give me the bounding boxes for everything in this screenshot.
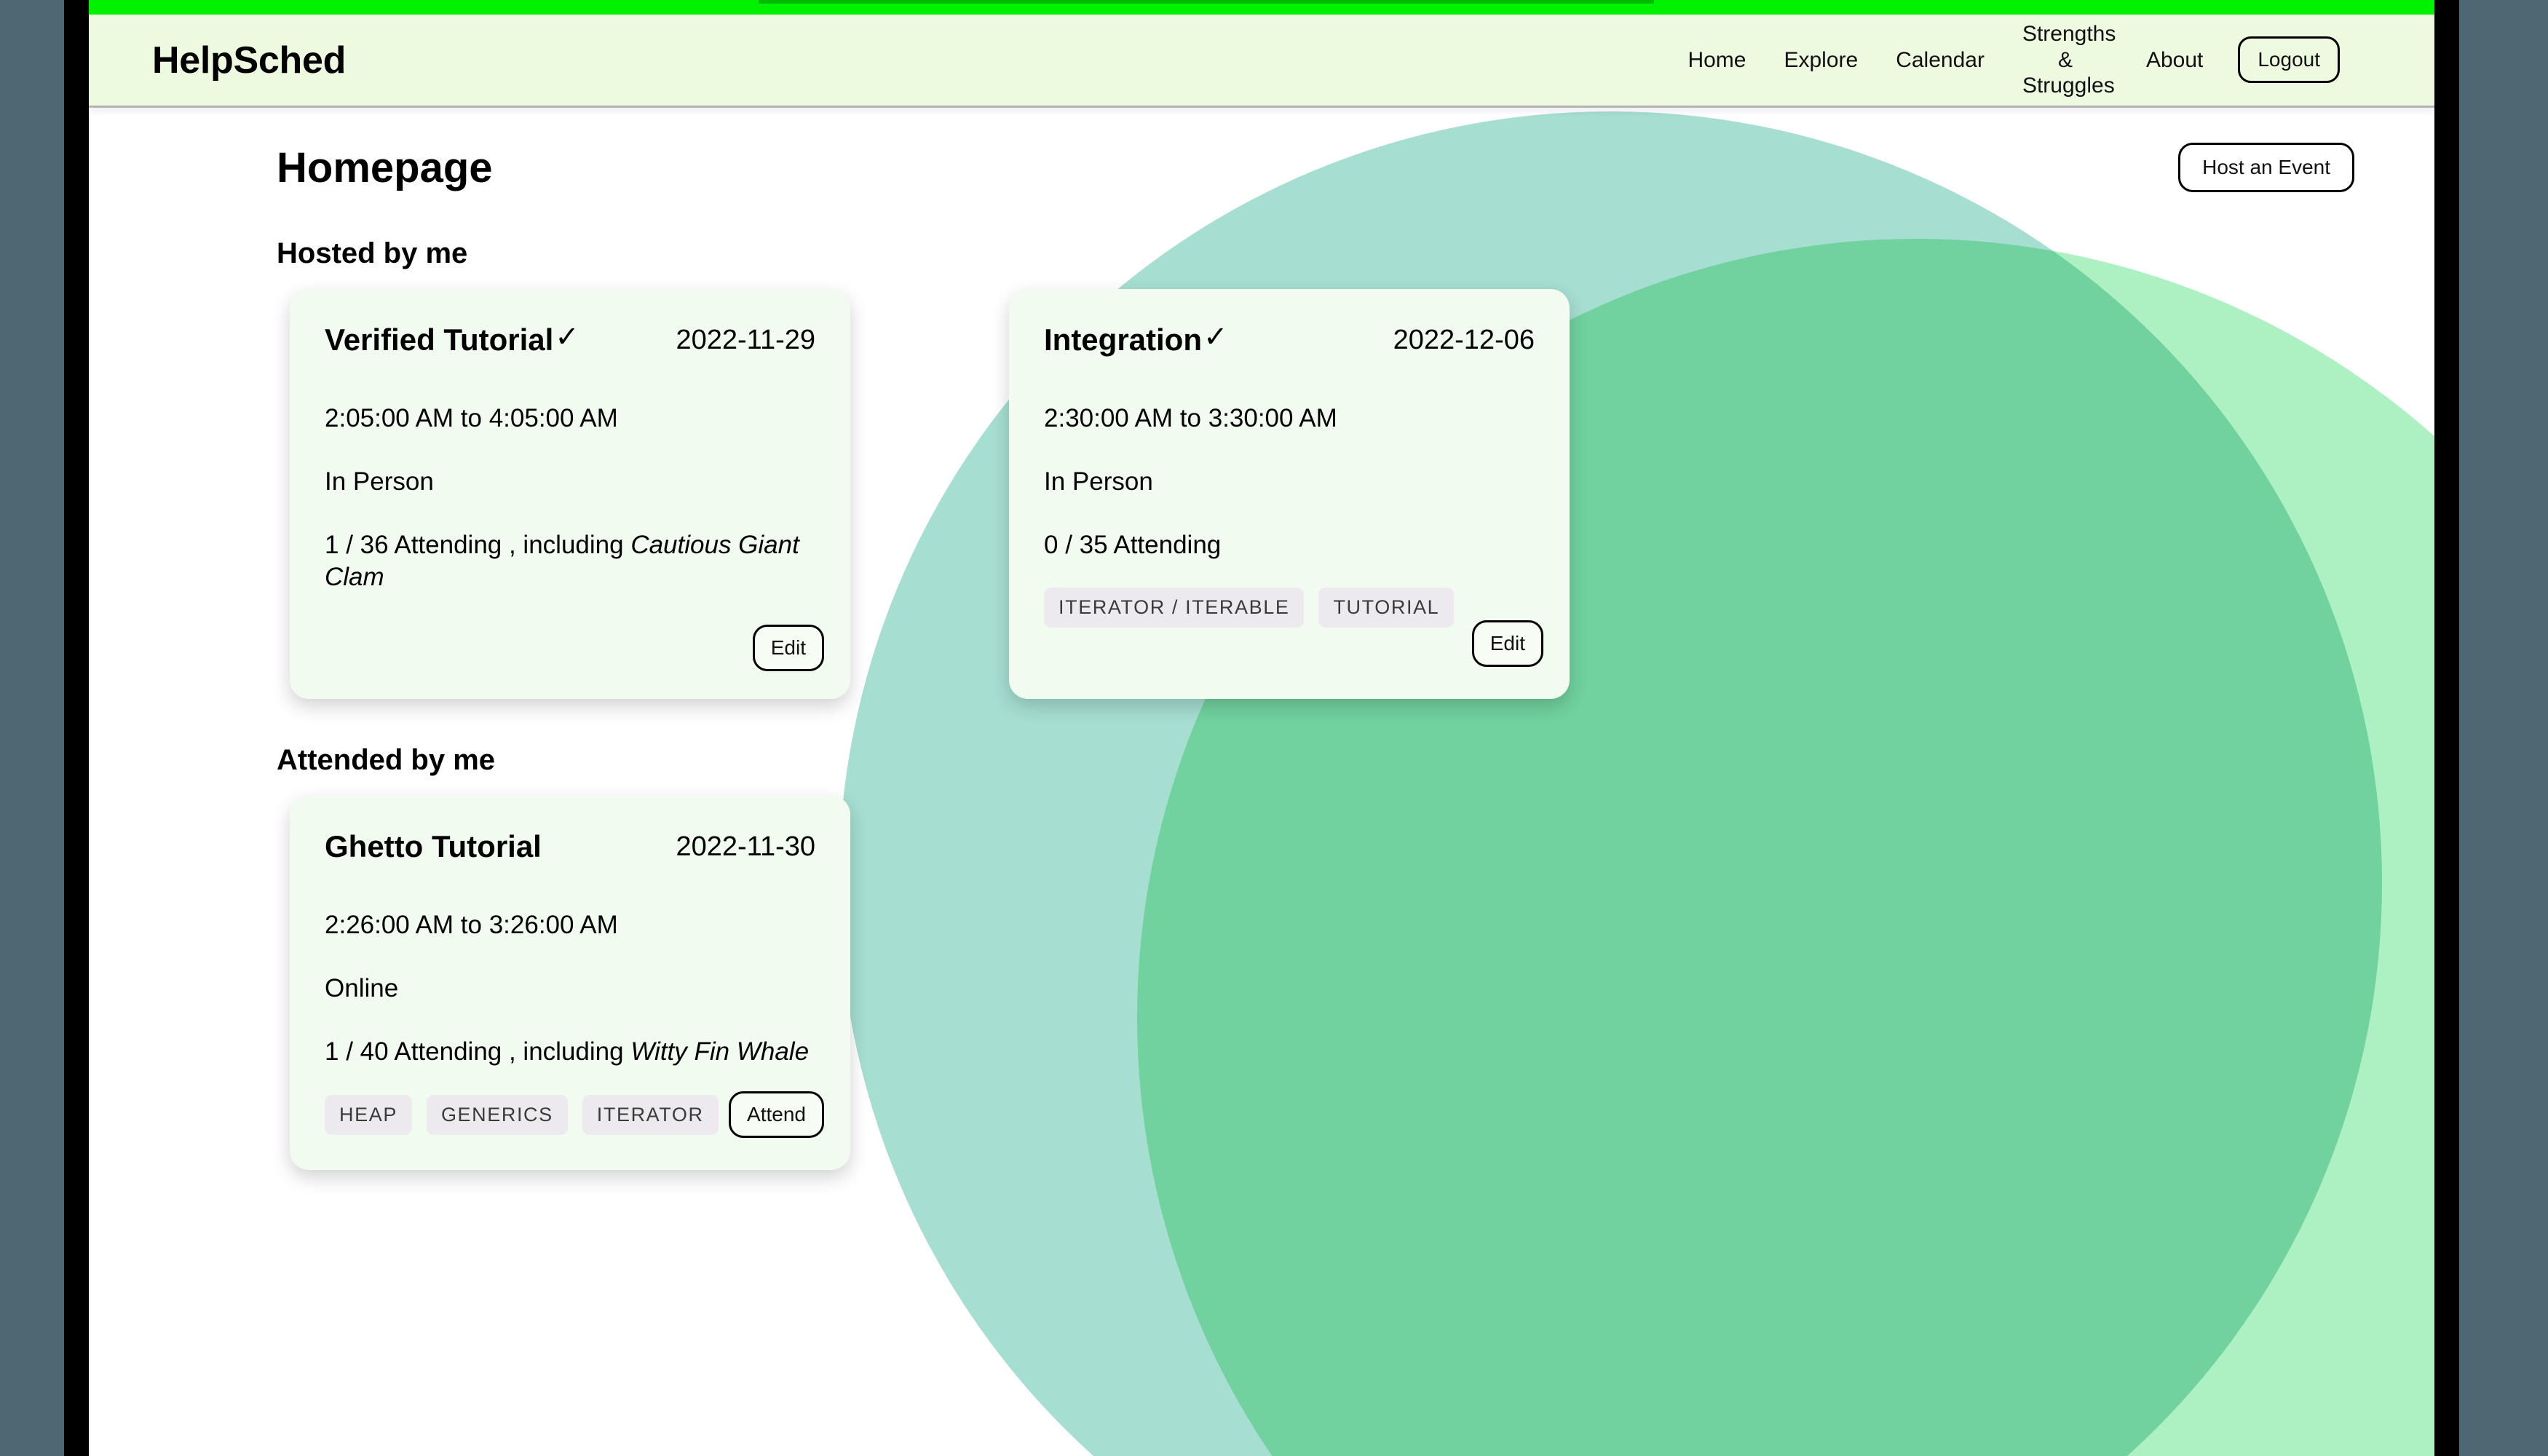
card-title: Verified Tutorial <box>325 323 554 357</box>
nav-link-about[interactable]: About <box>2127 47 2222 73</box>
card-date: 2022-11-29 <box>676 325 815 355</box>
card-location-mode: In Person <box>325 467 434 496</box>
card-attendance: 0 / 35 Attending <box>1044 529 1535 562</box>
card-location-mode: In Person <box>1044 467 1153 496</box>
hosted-card-row: Verified Tutorial ✓ 2022-11-29 2:05:00 A… <box>290 289 2434 700</box>
browser-top-strip-notch <box>759 0 1654 4</box>
card-attendance-count: 0 / 35 Attending <box>1044 530 1222 559</box>
card-edit-button[interactable]: Edit <box>1471 620 1543 668</box>
card-edit-button[interactable]: Edit <box>752 625 824 672</box>
main-nav: Home Explore Calendar Strengths & Strugg… <box>1669 21 2340 98</box>
card-header: Verified Tutorial ✓ 2022-11-29 <box>325 323 815 357</box>
card-attend-button[interactable]: Attend <box>729 1091 824 1138</box>
card-time-range: 2:30:00 AM to 3:30:00 AM <box>1044 404 1337 432</box>
brand-logo[interactable]: HelpSched <box>152 39 346 82</box>
card-title: Ghetto Tutorial <box>325 829 542 864</box>
page-viewport: HelpSched Home Explore Calendar Strength… <box>89 0 2434 1456</box>
event-card[interactable]: Verified Tutorial ✓ 2022-11-29 2:05:00 A… <box>290 289 850 700</box>
browser-top-strip <box>89 0 2434 15</box>
card-tag[interactable]: HEAP <box>325 1094 412 1135</box>
site-header: HelpSched Home Explore Calendar Strength… <box>89 15 2434 108</box>
nav-link-explore[interactable]: Explore <box>1765 47 1877 73</box>
host-an-event-button[interactable]: Host an Event <box>2178 143 2354 192</box>
card-tag[interactable]: TUTORIAL <box>1318 587 1455 628</box>
card-tag[interactable]: ITERATOR <box>582 1094 719 1135</box>
card-date: 2022-11-30 <box>676 831 815 863</box>
card-attendance-count: 1 / 36 Attending , including <box>325 530 631 559</box>
card-time-range: 2:26:00 AM to 3:26:00 AM <box>325 911 618 940</box>
card-title: Integration <box>1044 323 1202 357</box>
section-heading-attended: Attended by me <box>277 744 496 777</box>
card-attendance: 1 / 36 Attending , including Cautious Gi… <box>325 529 815 595</box>
card-tag[interactable]: ITERATOR / ITERABLE <box>1044 587 1305 628</box>
nav-link-calendar[interactable]: Calendar <box>1877 47 2003 73</box>
attended-card-row: Ghetto Tutorial 2022-11-30 2:26:00 AM to… <box>290 796 2434 1170</box>
section-heading-hosted: Hosted by me <box>277 237 468 269</box>
nav-link-home[interactable]: Home <box>1669 47 1765 73</box>
card-tag-row: ITERATOR / ITERABLE TUTORIAL <box>1044 587 1535 628</box>
card-date: 2022-12-06 <box>1393 325 1535 355</box>
logout-button[interactable]: Logout <box>2238 36 2340 84</box>
page-title-row: Homepage Host an Event <box>89 108 2434 192</box>
card-attendance: 1 / 40 Attending , including Witty Fin W… <box>325 1036 815 1069</box>
card-location-mode: Online <box>325 973 399 1002</box>
card-time-range: 2:05:00 AM to 4:05:00 AM <box>325 404 618 432</box>
card-tag[interactable]: GENERICS <box>426 1094 568 1135</box>
event-card[interactable]: Ghetto Tutorial 2022-11-30 2:26:00 AM to… <box>290 796 850 1170</box>
check-icon: ✓ <box>555 321 579 353</box>
nav-link-strengths-and-struggles[interactable]: Strengths & Struggles <box>2003 21 2127 98</box>
card-attendance-count: 1 / 40 Attending , including <box>325 1037 631 1066</box>
event-card[interactable]: Integration ✓ 2022-12-06 2:30:00 AM to 3… <box>1009 289 1570 700</box>
card-header: Integration ✓ 2022-12-06 <box>1044 323 1535 357</box>
card-tag-spacer <box>325 594 815 664</box>
page-content: Homepage Host an Event Hosted by me Veri… <box>89 108 2434 1456</box>
check-icon: ✓ <box>1203 321 1228 353</box>
card-attendee-name: Witty Fin Whale <box>630 1037 810 1066</box>
browser-window-frame: HelpSched Home Explore Calendar Strength… <box>64 0 2459 1456</box>
page-title: Homepage <box>277 143 493 191</box>
card-header: Ghetto Tutorial 2022-11-30 <box>325 829 815 864</box>
